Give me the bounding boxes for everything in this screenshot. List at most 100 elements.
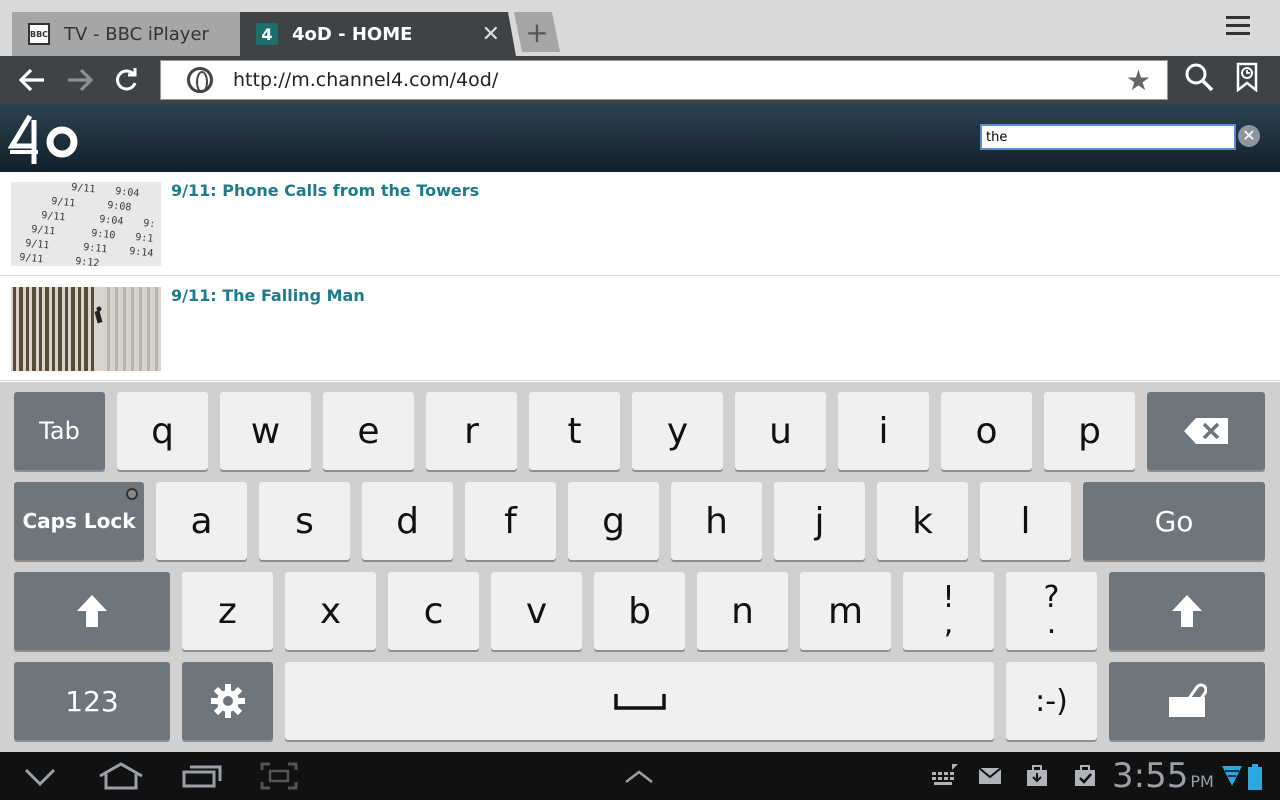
key-g[interactable]: g: [568, 482, 659, 560]
key-t[interactable]: t: [529, 392, 620, 470]
forward-arrow-icon: [68, 68, 94, 92]
backspace-icon: [1184, 418, 1228, 444]
screenshot-icon[interactable]: [260, 762, 298, 790]
back-button[interactable]: [14, 62, 50, 98]
key-caps-lock[interactable]: Caps Lock: [14, 482, 144, 560]
expand-up-chevron-icon[interactable]: [624, 770, 654, 784]
key-x[interactable]: x: [285, 572, 376, 650]
search-icon: [1185, 63, 1214, 92]
key-b[interactable]: b: [594, 572, 685, 650]
key-s[interactable]: s: [259, 482, 350, 560]
key-backspace[interactable]: [1147, 392, 1265, 470]
search-results-list: 9/11 9:04 9/11 9:08 9/11 9:04 9: 9/11 9:…: [0, 172, 1280, 382]
mail-icon[interactable]: [978, 766, 1002, 786]
shift-arrow-icon: [1172, 595, 1202, 627]
reload-button[interactable]: [108, 62, 144, 98]
shift-arrow-icon: [77, 595, 107, 627]
download-bag-icon[interactable]: [1026, 764, 1048, 786]
key-j[interactable]: j: [774, 482, 865, 560]
key-m[interactable]: m: [800, 572, 891, 650]
key-bottom-glyph: .: [1046, 606, 1057, 641]
key-exclaim-comma[interactable]: ! ,: [903, 572, 994, 650]
key-z[interactable]: z: [182, 572, 273, 650]
back-arrow-icon: [18, 68, 44, 92]
channel4-favicon-icon: 4: [256, 23, 278, 45]
reload-icon: [116, 68, 137, 91]
key-space[interactable]: [285, 662, 994, 740]
bookmarks-button[interactable]: [1236, 62, 1260, 98]
key-h[interactable]: h: [671, 482, 762, 560]
key-y[interactable]: y: [632, 392, 723, 470]
url-text: http://m.channel4.com/4od/: [233, 69, 499, 91]
key-tab[interactable]: Tab: [14, 392, 105, 470]
key-r[interactable]: r: [426, 392, 517, 470]
on-screen-keyboard: Tab q w e r t y u i o p Caps Lock a s d …: [0, 382, 1280, 752]
battery-icon[interactable]: [1248, 764, 1262, 790]
recent-apps-icon[interactable]: [182, 764, 222, 788]
key-go[interactable]: Go: [1083, 482, 1265, 560]
result-thumbnail: [11, 287, 161, 371]
screen: BBC TV - BBC iPlayer 4 4oD - HOME ✕ + ht…: [0, 0, 1280, 800]
status-clock[interactable]: 3:55 PM: [1112, 756, 1214, 796]
key-v[interactable]: v: [491, 572, 582, 650]
bbc-favicon-icon: BBC: [28, 23, 50, 45]
clear-search-button[interactable]: ✕: [1238, 125, 1260, 147]
close-tab-icon[interactable]: ✕: [482, 22, 500, 47]
home-icon[interactable]: [98, 762, 144, 790]
key-f[interactable]: f: [465, 482, 556, 560]
key-k[interactable]: k: [877, 482, 968, 560]
space-bar-icon: [613, 694, 666, 710]
hide-keyboard-chevron-icon[interactable]: [24, 768, 56, 786]
4od-logo-icon: [8, 114, 78, 164]
key-q[interactable]: q: [117, 392, 208, 470]
key-n[interactable]: n: [697, 572, 788, 650]
result-title-link[interactable]: 9/11: The Falling Man: [171, 286, 365, 305]
key-question-period[interactable]: ? .: [1006, 572, 1097, 650]
clock-ampm: PM: [1190, 772, 1214, 791]
key-u[interactable]: u: [735, 392, 826, 470]
4od-search-input[interactable]: [980, 124, 1236, 150]
overflow-menu-icon[interactable]: [1226, 16, 1258, 44]
result-title-link[interactable]: 9/11: Phone Calls from the Towers: [171, 181, 479, 200]
key-l[interactable]: l: [980, 482, 1071, 560]
tab-bbc-iplayer[interactable]: BBC TV - BBC iPlayer: [12, 12, 248, 56]
key-p[interactable]: p: [1044, 392, 1135, 470]
key-d[interactable]: d: [362, 482, 453, 560]
bookmark-star-icon[interactable]: ★: [1126, 64, 1151, 97]
caps-lock-label: Caps Lock: [22, 509, 136, 533]
browser-search-button[interactable]: [1184, 62, 1216, 98]
key-settings[interactable]: [182, 662, 273, 740]
forward-button[interactable]: [62, 62, 98, 98]
tab-4od-home[interactable]: 4 4oD - HOME ✕: [240, 12, 516, 56]
wifi-icon[interactable]: [1222, 766, 1242, 788]
key-c[interactable]: c: [388, 572, 479, 650]
clear-x-icon: ✕: [1242, 126, 1256, 145]
key-shift-left[interactable]: [14, 572, 170, 650]
result-item[interactable]: 9/11: The Falling Man: [0, 277, 1280, 381]
key-numbers[interactable]: 123: [14, 662, 170, 740]
tab-label: 4oD - HOME: [292, 23, 413, 45]
address-bar[interactable]: http://m.channel4.com/4od/ ★: [160, 60, 1168, 100]
key-clipboard[interactable]: [1109, 662, 1265, 740]
key-e[interactable]: e: [323, 392, 414, 470]
keyboard-notification-icon[interactable]: [930, 764, 958, 788]
key-a[interactable]: a: [156, 482, 247, 560]
key-shift-right[interactable]: [1109, 572, 1265, 650]
key-w[interactable]: w: [220, 392, 311, 470]
bookmarks-clock-icon: [1236, 62, 1258, 93]
clipboard-paperclip-icon: [1169, 683, 1207, 717]
task-done-bag-icon[interactable]: [1074, 764, 1096, 786]
caps-lock-indicator-icon: [126, 488, 138, 500]
svg-text:9:12: 9:12: [75, 256, 100, 266]
result-item[interactable]: 9/11 9:04 9/11 9:08 9/11 9:04 9: 9/11 9:…: [0, 172, 1280, 276]
clock-time: 3:55: [1112, 756, 1189, 796]
browser-toolbar: http://m.channel4.com/4od/ ★: [0, 56, 1280, 104]
key-smiley[interactable]: :-): [1006, 662, 1097, 740]
key-o[interactable]: o: [941, 392, 1032, 470]
page-header: [0, 104, 1280, 172]
gear-icon: [210, 684, 245, 718]
svg-text:9:1: 9:1: [135, 232, 154, 245]
new-tab-button[interactable]: +: [514, 12, 560, 52]
system-navigation-bar: 3:55 PM: [0, 752, 1280, 800]
key-i[interactable]: i: [838, 392, 929, 470]
